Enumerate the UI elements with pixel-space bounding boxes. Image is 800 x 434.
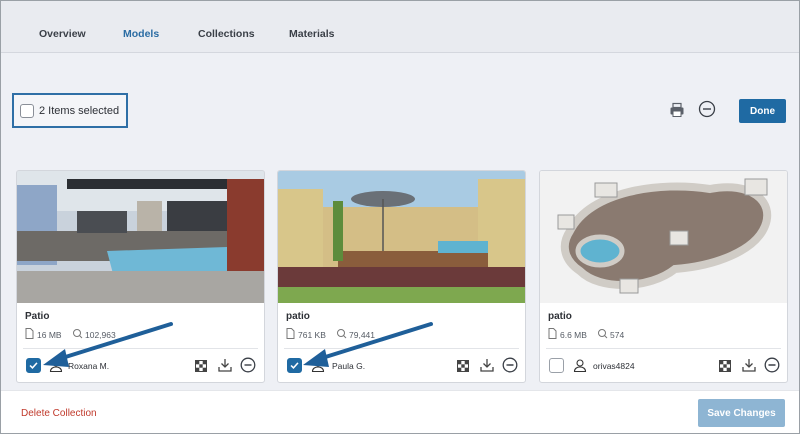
select-checkbox[interactable] <box>287 358 302 373</box>
tab-bar: Overview Models Collections Materials <box>1 1 799 53</box>
divider <box>546 348 781 349</box>
model-thumbnail[interactable] <box>540 171 787 303</box>
user-icon <box>573 359 587 372</box>
views-icon <box>337 329 347 339</box>
download-icon[interactable] <box>480 358 494 372</box>
checker-icon[interactable] <box>195 360 207 372</box>
download-icon[interactable] <box>742 358 756 372</box>
select-checkbox[interactable] <box>26 358 41 373</box>
file-size: 16 MB <box>37 330 62 340</box>
checker-icon[interactable] <box>719 360 731 372</box>
tab-materials[interactable]: Materials <box>289 28 335 40</box>
owner-name[interactable]: orivas4824 <box>593 361 635 371</box>
model-title: patio <box>548 311 572 322</box>
file-size: 6.6 MB <box>560 330 587 340</box>
model-card[interactable]: patio 761 KB 79,441 Paula G. <box>277 170 526 383</box>
user-icon <box>49 359 63 372</box>
tab-models[interactable]: Models <box>123 28 159 40</box>
views-icon <box>73 329 83 339</box>
view-count: 79,441 <box>349 330 375 340</box>
download-icon[interactable] <box>218 358 232 372</box>
remove-icon[interactable] <box>240 357 256 373</box>
view-count: 574 <box>610 330 625 340</box>
file-size: 761 KB <box>298 330 326 340</box>
remove-icon[interactable] <box>764 357 780 373</box>
done-button[interactable]: Done <box>739 99 786 123</box>
model-card[interactable]: Patio 16 MB 102,963 Roxana M. <box>16 170 265 383</box>
checker-icon[interactable] <box>457 360 469 372</box>
model-title: patio <box>286 311 310 322</box>
model-thumbnail[interactable] <box>17 171 264 303</box>
view-count: 102,963 <box>85 330 116 340</box>
print-icon[interactable] <box>669 102 685 118</box>
views-icon <box>598 329 608 339</box>
save-changes-button[interactable]: Save Changes <box>698 399 785 427</box>
model-thumbnail[interactable] <box>278 171 525 303</box>
selection-summary: 2 Items selected <box>12 93 128 128</box>
file-icon <box>286 328 295 339</box>
delete-collection-link[interactable]: Delete Collection <box>21 408 97 419</box>
owner-name[interactable]: Roxana M. <box>68 361 109 371</box>
remove-icon[interactable] <box>698 100 716 118</box>
model-title: Patio <box>25 311 50 322</box>
tab-collections[interactable]: Collections <box>198 28 255 40</box>
owner-name[interactable]: Paula G. <box>332 361 365 371</box>
select-all-checkbox[interactable] <box>20 104 34 118</box>
divider <box>284 348 519 349</box>
selection-count-label: 2 Items selected <box>39 105 120 117</box>
file-icon <box>548 328 557 339</box>
divider <box>23 348 258 349</box>
remove-icon[interactable] <box>502 357 518 373</box>
file-icon <box>25 328 34 339</box>
collection-editor: Overview Models Collections Materials 2 … <box>0 0 800 434</box>
select-checkbox[interactable] <box>549 358 564 373</box>
tab-overview[interactable]: Overview <box>39 28 86 40</box>
user-icon <box>311 359 325 372</box>
footer-bar: Delete Collection Save Changes <box>1 390 799 433</box>
model-card[interactable]: patio 6.6 MB 574 orivas4824 <box>539 170 788 383</box>
